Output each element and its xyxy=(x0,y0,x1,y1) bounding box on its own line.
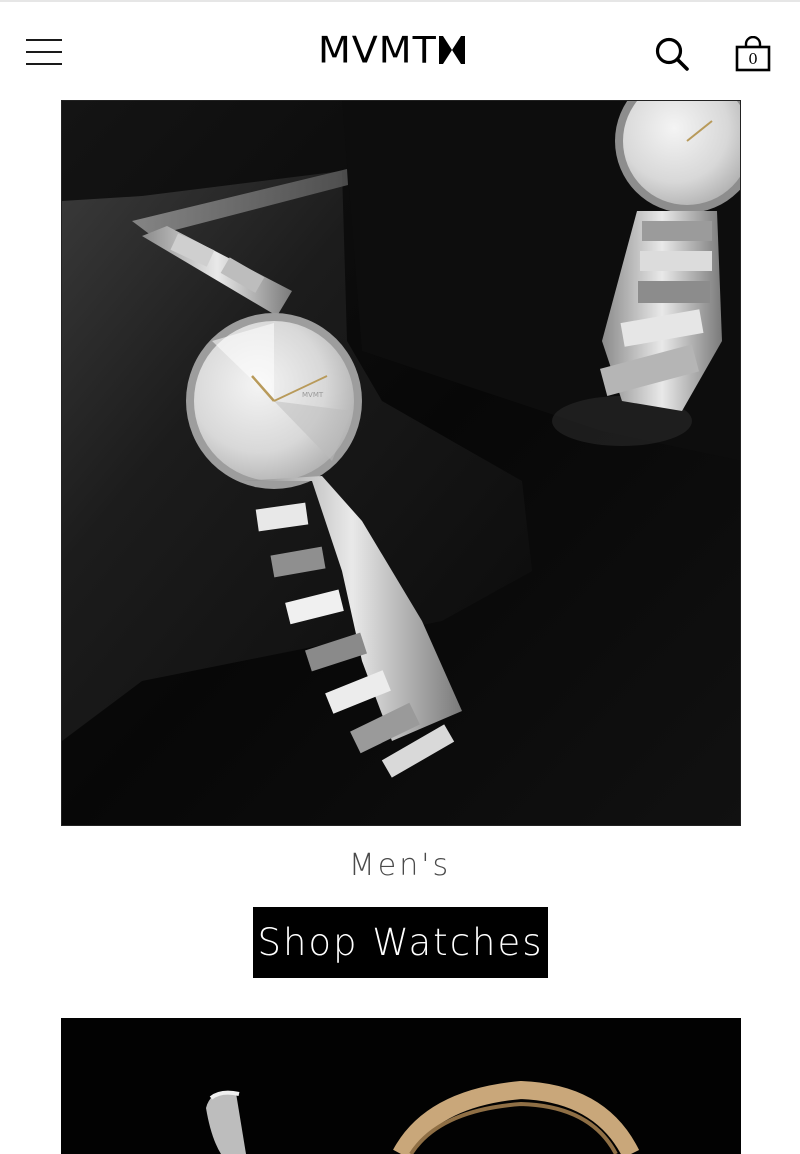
brand-logo[interactable]: MVMT xyxy=(318,32,465,68)
hamburger-menu-icon[interactable] xyxy=(26,38,62,68)
shop-watches-button[interactable]: Shop Watches xyxy=(253,907,548,978)
watches-photo xyxy=(61,1018,741,1154)
bag-count-badge: 0 xyxy=(748,50,758,68)
bowtie-logo-icon xyxy=(438,36,465,64)
svg-text:MVMT: MVMT xyxy=(302,391,324,399)
featured-image-mens[interactable]: MVMT xyxy=(61,100,741,826)
search-icon[interactable] xyxy=(654,36,690,72)
featured-image-second[interactable] xyxy=(61,1018,741,1154)
category-label-mens: Men's xyxy=(348,848,452,883)
silver-watch-photo: MVMT xyxy=(62,101,740,825)
brand-name: MVMT xyxy=(318,29,437,71)
site-header: MVMT 0 xyxy=(0,2,800,100)
shopping-bag-button[interactable]: 0 xyxy=(734,36,772,76)
